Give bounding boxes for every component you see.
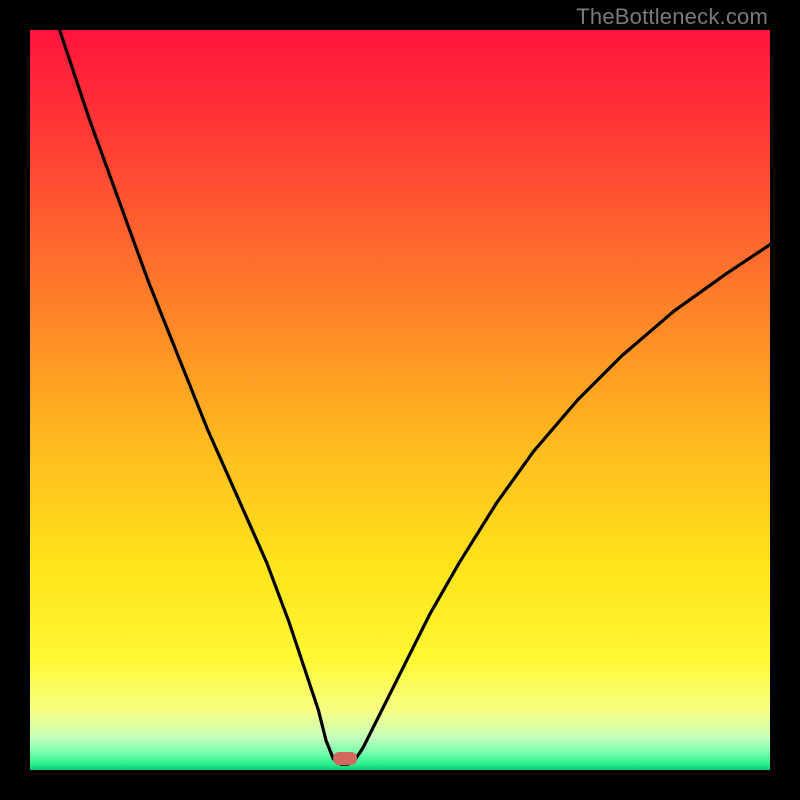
watermark-text: TheBottleneck.com	[576, 4, 768, 30]
chart-frame: TheBottleneck.com	[0, 0, 800, 800]
bottleneck-curve	[30, 30, 770, 770]
plot-area	[30, 30, 770, 770]
optimum-marker	[333, 752, 357, 765]
